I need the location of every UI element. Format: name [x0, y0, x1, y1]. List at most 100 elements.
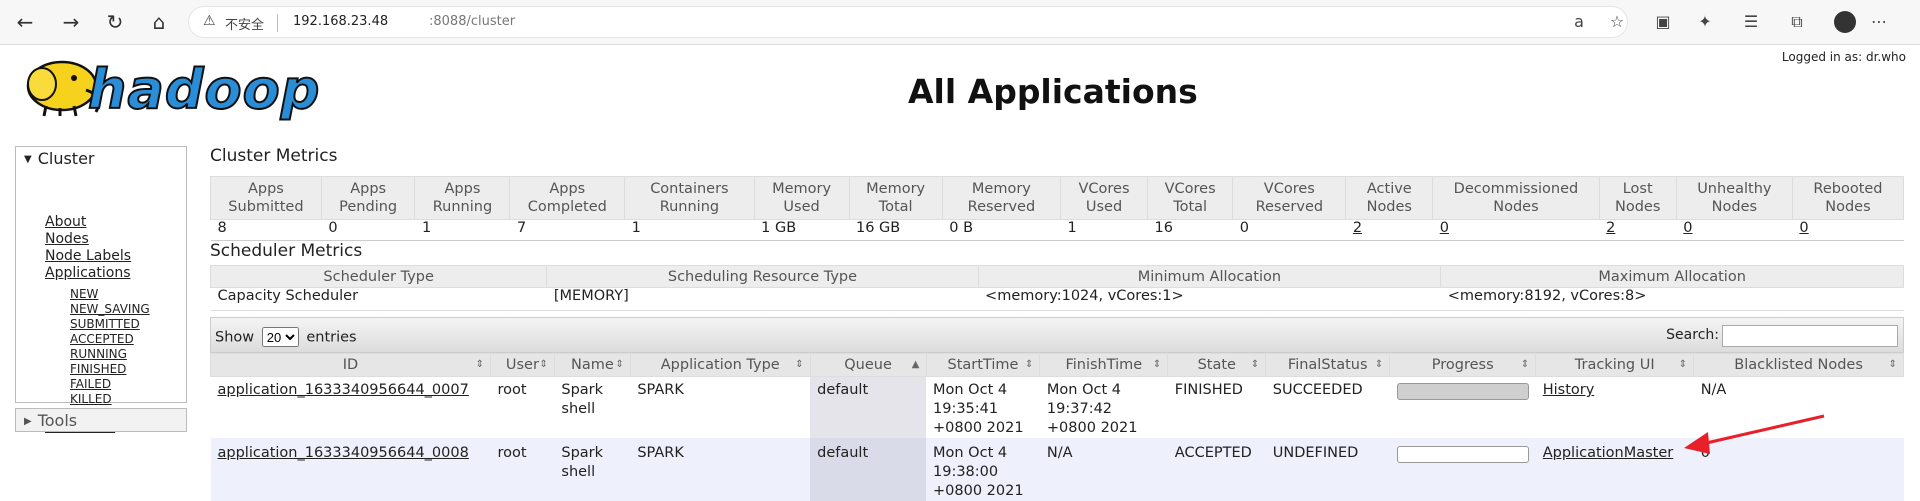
- scheduler-header: Scheduling Resource Type: [546, 265, 979, 288]
- column-header[interactable]: Progress ⇕: [1389, 353, 1537, 377]
- column-header-label: ID: [342, 357, 359, 373]
- sidebar-tools-panel[interactable]: ▶ Tools: [15, 408, 187, 432]
- sort-icon: ⇕: [1250, 359, 1260, 370]
- sort-icon: ⇕: [1520, 359, 1530, 370]
- page-title: All Applications: [908, 72, 1198, 111]
- column-header[interactable]: Queue ▲: [809, 353, 927, 377]
- browser-toolbar: ← → ↻ ⌂ ⚠ 不安全 192.168.23.48 :8088/cluste…: [0, 0, 1920, 45]
- sidebar-state-accepted[interactable]: ACCEPTED: [70, 332, 134, 346]
- sort-icon: ⇕: [1374, 359, 1384, 370]
- app-final-status: SUCCEEDED: [1272, 382, 1363, 398]
- metrics-header: Rebooted Nodes: [1791, 176, 1905, 220]
- sidebar-cluster-header[interactable]: ▼ Cluster: [24, 149, 95, 168]
- sidebar-item-node-labels[interactable]: Node Labels: [45, 248, 131, 264]
- column-header-label: FinalStatus: [1287, 357, 1368, 373]
- column-header-label: State: [1197, 357, 1236, 373]
- app-finish-time: Mon Oct 4 19:37:42 +0800 2021: [1046, 382, 1138, 436]
- sort-icon: ⇕: [1152, 359, 1162, 370]
- app-finish-time: N/A: [1039, 438, 1168, 501]
- page-content: hadoop All Applications Logged in as: dr…: [0, 44, 1920, 501]
- column-header[interactable]: Application Type ⇕: [629, 353, 811, 377]
- sidebar-state-submitted[interactable]: SUBMITTED: [70, 317, 140, 331]
- sort-icon: ⇕: [1888, 359, 1897, 370]
- sidebar-state-killed[interactable]: KILLED: [70, 392, 112, 406]
- column-header[interactable]: FinishTime ⇕: [1039, 353, 1169, 377]
- column-header[interactable]: StartTime ⇕: [925, 353, 1041, 377]
- app-progress: [1389, 438, 1536, 501]
- table-row: application_1633340956644_0007 root Spark …: [211, 376, 1904, 439]
- column-header[interactable]: ID ⇕: [210, 353, 491, 377]
- progress-bar: [1396, 383, 1529, 400]
- search-label: Search:: [1666, 327, 1719, 343]
- split-screen-icon[interactable]: ▣: [1652, 12, 1674, 31]
- forward-icon[interactable]: →: [58, 9, 84, 35]
- hadoop-logo: hadoop: [16, 52, 320, 126]
- column-header[interactable]: Tracking UI ⇕: [1535, 353, 1695, 377]
- sort-icon: ⇕: [475, 359, 484, 370]
- sidebar-item-applications[interactable]: Applications: [45, 265, 131, 281]
- read-aloud-icon[interactable]: a: [1568, 12, 1590, 31]
- favorites-icon[interactable]: ☰: [1740, 12, 1762, 31]
- metrics-value: 0: [1676, 219, 1793, 241]
- metrics-value: 16: [1147, 219, 1233, 241]
- column-header[interactable]: Blacklisted Nodes ⇕: [1693, 353, 1904, 377]
- caret-right-icon: ▶: [24, 416, 32, 427]
- sidebar-state-running[interactable]: RUNNING: [70, 347, 127, 361]
- tracking-ui-link[interactable]: ApplicationMaster: [1543, 445, 1674, 461]
- url-host: 192.168.23.48: [293, 14, 389, 29]
- app-id-link[interactable]: application_1633340956644_0007: [218, 382, 469, 398]
- entries-select[interactable]: 20: [261, 327, 299, 347]
- metrics-header: Memory Reserved: [941, 176, 1062, 220]
- collections-icon[interactable]: ⧉: [1786, 12, 1808, 32]
- app-tracking-ui: History: [1536, 377, 1694, 439]
- sidebar-item-nodes[interactable]: Nodes: [45, 231, 89, 247]
- scheduler-header: Maximum Allocation: [1440, 265, 1904, 288]
- app-state: ACCEPTED: [1167, 438, 1266, 501]
- scheduler-header: Minimum Allocation: [977, 265, 1442, 288]
- metrics-header: Memory Used: [753, 176, 850, 220]
- column-header[interactable]: State ⇕: [1167, 353, 1267, 377]
- progress-bar: [1396, 446, 1529, 463]
- metrics-value: 0 B: [942, 219, 1061, 241]
- entries-length-control: Show 20 entries: [215, 327, 357, 347]
- sidebar-state-new-saving[interactable]: NEW_SAVING: [70, 302, 150, 316]
- column-header[interactable]: Name ⇕: [553, 353, 631, 377]
- sidebar-state-finished[interactable]: FINISHED: [70, 362, 126, 376]
- sidebar-item-about[interactable]: About: [45, 214, 86, 230]
- sidebar-state-new[interactable]: NEW: [70, 287, 98, 301]
- app-id-link[interactable]: application_1633340956644_0008: [218, 445, 469, 461]
- home-icon[interactable]: ⌂: [146, 9, 172, 35]
- app-name: Spark shell: [561, 382, 604, 417]
- reload-icon[interactable]: ↻: [102, 9, 128, 35]
- extensions-icon[interactable]: ✦: [1694, 12, 1716, 31]
- sidebar-state-failed[interactable]: FAILED: [70, 377, 111, 391]
- tools-label: Tools: [37, 411, 78, 430]
- app-queue: default: [810, 376, 926, 438]
- logged-in-user: Logged in as: dr.who: [1781, 50, 1906, 64]
- metrics-value-link[interactable]: 0: [1799, 220, 1808, 236]
- metrics-value: 1: [414, 219, 510, 241]
- metrics-value-link[interactable]: 2: [1353, 220, 1362, 236]
- back-icon[interactable]: ←: [12, 9, 38, 35]
- metrics-value-link[interactable]: 0: [1683, 220, 1692, 236]
- app-id-cell: application_1633340956644_0008: [210, 438, 491, 501]
- app-name: Spark shell: [554, 438, 631, 501]
- column-header-label: Queue: [844, 357, 892, 373]
- app-tracking-ui: ApplicationMaster: [1535, 438, 1694, 501]
- app-user: root: [497, 382, 527, 398]
- metrics-value-link[interactable]: 0: [1440, 220, 1449, 236]
- apps-table-controls: Show 20 entries Search:: [210, 317, 1904, 353]
- favorite-add-icon[interactable]: ☆: [1606, 12, 1628, 31]
- metrics-header: Lost Nodes: [1598, 176, 1677, 220]
- metrics-value-link[interactable]: 2: [1606, 220, 1615, 236]
- column-header[interactable]: User ⇕: [489, 353, 555, 377]
- tracking-ui-link[interactable]: History: [1543, 382, 1595, 398]
- sidebar-tools-header[interactable]: ▶ Tools: [24, 411, 77, 430]
- column-header-label: FinishTime: [1065, 357, 1143, 373]
- profile-avatar[interactable]: [1834, 11, 1856, 33]
- search-input[interactable]: [1722, 325, 1898, 347]
- more-menu-icon[interactable]: ⋯: [1868, 12, 1890, 31]
- metrics-value: 0: [1432, 219, 1600, 241]
- address-bar[interactable]: ⚠ 不安全 192.168.23.48 :8088/cluster: [188, 6, 1628, 38]
- column-header[interactable]: FinalStatus ⇕: [1265, 353, 1391, 377]
